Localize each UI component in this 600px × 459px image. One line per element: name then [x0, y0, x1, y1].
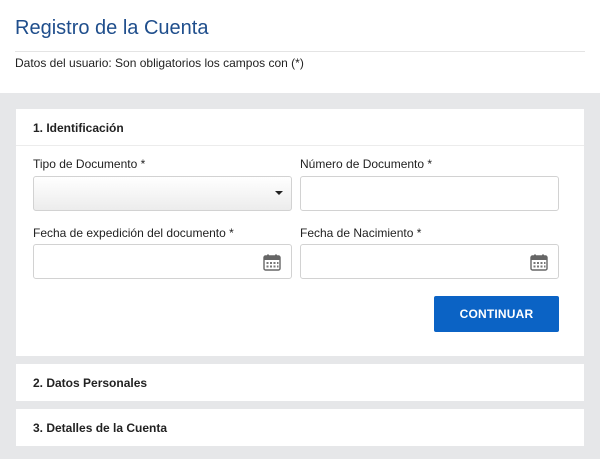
issue-date-input[interactable] — [34, 245, 291, 278]
document-number-input[interactable] — [301, 177, 558, 210]
document-type-select[interactable] — [33, 176, 292, 211]
document-number-field[interactable] — [300, 176, 559, 211]
chevron-down-icon — [275, 191, 283, 195]
continue-button[interactable]: CONTINUAR — [434, 296, 559, 332]
section-detalles-cuenta[interactable]: 3. Detalles de la Cuenta — [16, 409, 584, 446]
section-title: 1. Identificación — [33, 121, 124, 135]
document-number-label: Número de Documento * — [300, 157, 433, 171]
calendar-icon[interactable] — [263, 254, 281, 271]
document-type-label: Tipo de Documento * — [33, 157, 146, 171]
required-fields-note: Datos del usuario: Son obligatorios los … — [15, 56, 304, 70]
birth-date-field[interactable] — [300, 244, 559, 279]
section-title: 3. Detalles de la Cuenta — [33, 421, 168, 435]
issue-date-field[interactable] — [33, 244, 292, 279]
calendar-icon[interactable] — [530, 254, 548, 271]
section-header-identificacion[interactable]: 1. Identificación — [16, 109, 584, 146]
header-divider — [15, 51, 585, 52]
birth-date-label: Fecha de Nacimiento * — [300, 226, 422, 240]
section-datos-personales[interactable]: 2. Datos Personales — [16, 364, 584, 401]
page-title: Registro de la Cuenta — [15, 17, 209, 39]
page-header: Registro de la Cuenta Datos del usuario:… — [0, 0, 600, 93]
birth-date-input[interactable] — [301, 245, 558, 278]
section-title: 2. Datos Personales — [33, 376, 148, 390]
issue-date-label: Fecha de expedición del documento * — [33, 226, 234, 240]
